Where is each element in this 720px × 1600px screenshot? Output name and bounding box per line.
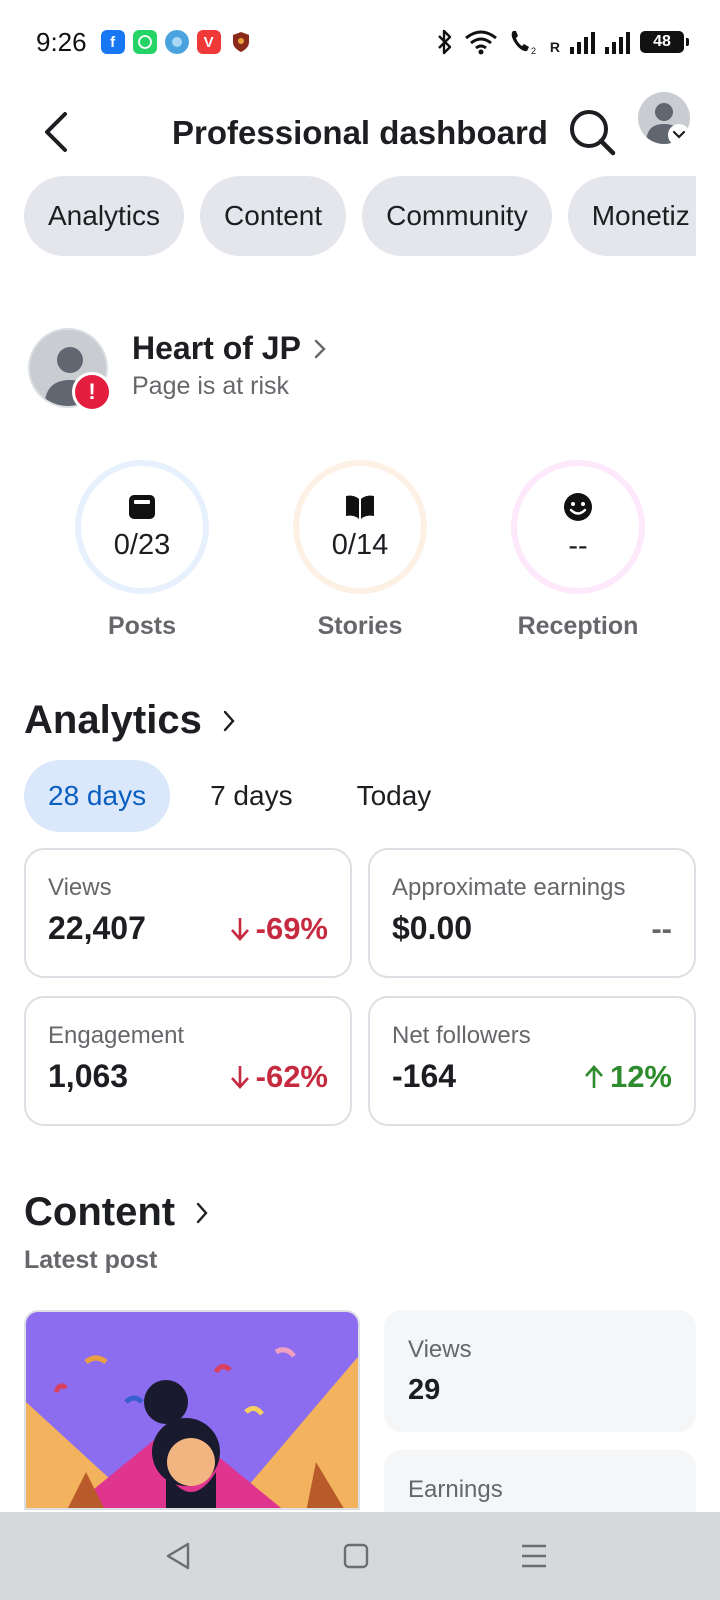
range-28-days[interactable]: 28 days <box>24 760 171 832</box>
nav-recents-button[interactable] <box>512 1534 556 1578</box>
views-label: Views <box>48 874 112 901</box>
net-followers-change-value: 12% <box>609 1058 672 1094</box>
latest-post-thumbnail[interactable] <box>24 1310 360 1510</box>
page-name: Heart of JP <box>132 330 301 366</box>
search-button[interactable] <box>568 108 618 158</box>
bluetooth-icon <box>438 29 452 55</box>
facebook-icon: f <box>100 30 125 54</box>
content-heading-link[interactable]: Content <box>24 1190 209 1235</box>
battery-level: 48 <box>653 33 671 50</box>
smiley-icon <box>564 492 592 521</box>
stories-goal[interactable]: 0/14 Stories <box>270 460 450 641</box>
tab-content[interactable]: Content <box>200 176 347 256</box>
latest-post-label: Latest post <box>24 1246 158 1274</box>
posts-value: 0/23 <box>113 528 171 561</box>
earnings-value: $0.00 <box>392 910 473 946</box>
range-today[interactable]: Today <box>333 760 456 832</box>
nav-home-button[interactable] <box>334 1534 378 1578</box>
roaming-label: R <box>549 39 560 55</box>
svg-text:2: 2 <box>531 46 536 56</box>
engagement-value: 1,063 <box>48 1058 129 1094</box>
signal-icon-2 <box>605 30 630 54</box>
nav-back-button[interactable] <box>156 1534 200 1578</box>
status-indicators: 2 R 48 <box>436 28 689 56</box>
system-navigation-bar <box>0 1512 720 1600</box>
net-followers-label: Net followers <box>392 1022 531 1049</box>
views-change: -69% <box>230 911 328 947</box>
engagement-change: -62% <box>230 1059 328 1095</box>
earnings-label: Approximate earnings <box>392 874 626 901</box>
reception-ring: -- <box>511 460 645 594</box>
views-change-value: -69% <box>255 910 328 946</box>
battery-icon: 48 <box>640 31 689 53</box>
post-icon <box>129 494 155 519</box>
square-home-icon <box>343 1543 369 1569</box>
posts-ring: 0/23 <box>75 460 209 594</box>
page-name-link[interactable]: Heart of JP <box>132 330 327 367</box>
earnings-card[interactable]: Approximate earnings $0.00 -- <box>368 848 696 978</box>
tab-community[interactable]: Community <box>362 176 552 256</box>
bird-app-icon <box>164 30 189 54</box>
chevron-down-icon <box>672 130 686 139</box>
chevron-right-icon <box>196 1202 208 1223</box>
reception-goal[interactable]: -- Reception <box>488 460 668 641</box>
chevron-right-icon <box>314 339 326 358</box>
page-status: Page is at risk <box>132 372 290 400</box>
views-value: 22,407 <box>48 910 146 946</box>
net-followers-value: -164 <box>392 1058 457 1094</box>
range-7-days[interactable]: 7 days <box>186 760 317 832</box>
arrow-down-icon <box>230 917 249 941</box>
status-bar: 9:26 f V 2 R 48 <box>0 0 720 84</box>
date-range-tabs: 28 days 7 days Today <box>24 760 471 832</box>
tab-monetization[interactable]: Monetiz <box>567 176 696 256</box>
shield-app-icon <box>229 30 253 54</box>
status-time: 9:26 <box>36 26 87 57</box>
net-followers-card[interactable]: Net followers -164 12% <box>368 996 696 1126</box>
menu-lines-icon <box>522 1544 546 1568</box>
net-followers-change: 12% <box>584 1059 672 1095</box>
signal-icon-1 <box>570 30 595 54</box>
header: Professional dashboard <box>0 84 720 184</box>
notification-icons: f V <box>100 30 253 54</box>
account-switcher-chevron[interactable] <box>668 124 690 146</box>
engagement-card[interactable]: Engagement 1,063 -62% <box>24 996 352 1126</box>
views-card[interactable]: Views 22,407 -69% <box>24 848 352 978</box>
arrow-up-icon <box>584 1064 603 1088</box>
wifi-call-icon: 2 <box>511 31 536 56</box>
engagement-change-value: -62% <box>255 1058 328 1094</box>
post-views-label: Views <box>408 1336 472 1363</box>
content-heading: Content <box>24 1190 176 1234</box>
post-views-value: 29 <box>408 1374 441 1406</box>
engagement-label: Engagement <box>48 1022 185 1049</box>
arrow-down-icon <box>230 1065 249 1089</box>
search-icon <box>570 110 616 156</box>
reception-value: -- <box>568 529 588 562</box>
stories-label: Stories <box>317 612 403 640</box>
stories-value: 0/14 <box>331 528 389 561</box>
earnings-change: -- <box>651 910 672 946</box>
posts-goal[interactable]: 0/23 Posts <box>52 460 232 641</box>
analytics-heading-link[interactable]: Analytics <box>24 698 236 743</box>
stories-ring: 0/14 <box>293 460 427 594</box>
reception-label: Reception <box>517 612 639 640</box>
chevron-right-icon <box>223 710 235 731</box>
posts-label: Posts <box>107 612 177 640</box>
risk-alert-badge: ! <box>72 372 112 412</box>
analytics-heading: Analytics <box>24 698 202 742</box>
section-tabs: Analytics Content Community Monetiz <box>24 176 696 256</box>
wifi-icon <box>464 30 497 55</box>
post-earnings-label: Earnings <box>408 1476 503 1503</box>
whatsapp-icon <box>132 30 157 54</box>
triangle-back-icon <box>166 1542 190 1570</box>
post-views-tile: Views 29 <box>384 1310 696 1432</box>
tab-analytics[interactable]: Analytics <box>24 176 185 256</box>
celebration-illustration <box>26 1312 358 1508</box>
book-icon <box>346 495 374 519</box>
vivaldi-icon: V <box>196 30 221 54</box>
